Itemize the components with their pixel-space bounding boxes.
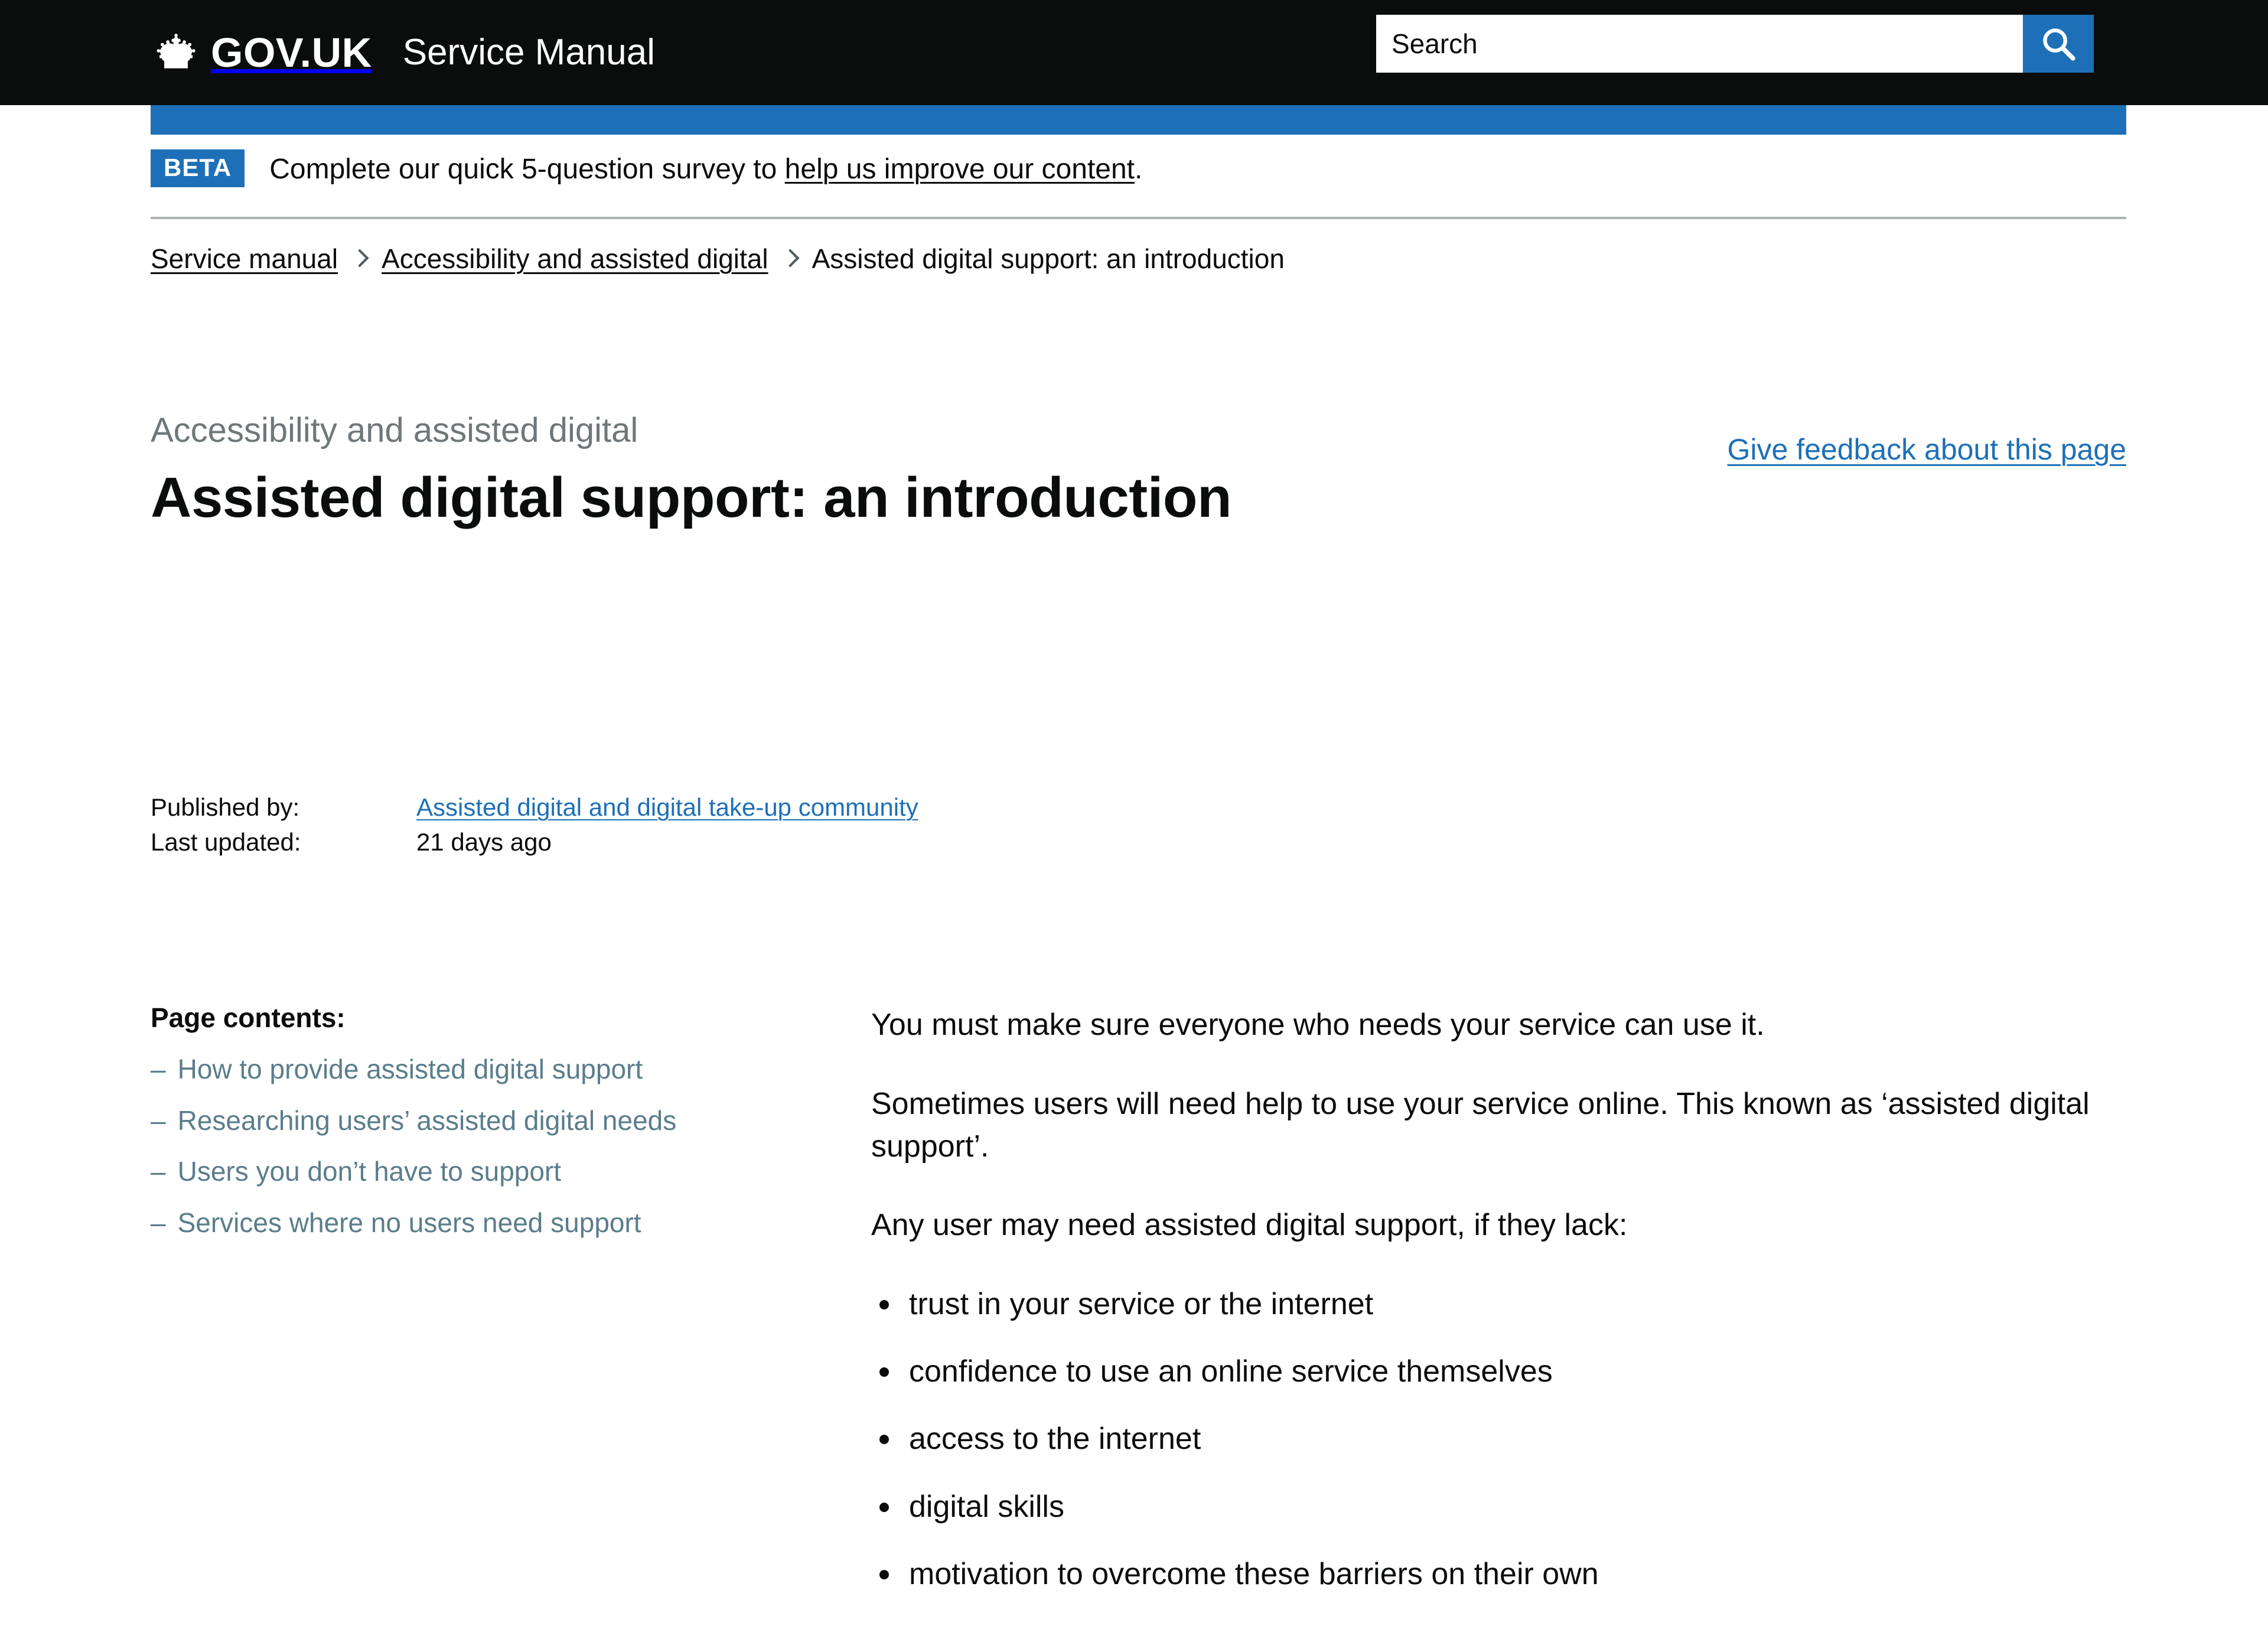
body-paragraph-3: Any user may need assisted digital suppo… — [871, 1208, 1628, 1243]
govuk-home-link[interactable]: GOV.UK — [151, 32, 372, 73]
page-header: Give feedback about this page Accessibil… — [151, 413, 2126, 528]
contents-link-users-no-support[interactable]: Users you don’t have to support — [178, 1154, 561, 1190]
page-contents-list: – How to provide assisted digital suppor… — [151, 1051, 783, 1241]
breadcrumb: Service manual Accessibility and assiste… — [151, 245, 2126, 272]
metadata-row-published-by: Published by: Assisted digital and digit… — [151, 790, 918, 825]
list-item: access to the internet — [871, 1418, 2188, 1459]
dash-marker-icon: – — [151, 1207, 166, 1239]
main-content: Page contents: – How to provide assisted… — [151, 1004, 2253, 1621]
contents-link-researching-needs[interactable]: Researching users’ assisted digital need… — [178, 1103, 677, 1139]
list-item: motivation to overcome these barriers on… — [871, 1553, 2188, 1595]
body-paragraph-2: Sometimes users will need help to use yo… — [871, 1086, 2090, 1164]
dash-marker-icon: – — [151, 1105, 166, 1136]
page-title: Assisted digital support: an introductio… — [151, 466, 1232, 529]
list-item: trust in your service or the internet — [871, 1283, 2188, 1325]
breadcrumb-item-accessibility[interactable]: Accessibility and assisted digital — [382, 245, 768, 272]
list-item: – Users you don’t have to support — [151, 1154, 783, 1190]
site-search — [1376, 15, 2094, 73]
service-name: Service Manual — [402, 32, 656, 73]
dash-marker-icon: – — [151, 1156, 166, 1187]
breadcrumb-item-current: Assisted digital support: an introductio… — [812, 243, 1285, 274]
chevron-right-icon — [781, 249, 800, 268]
published-by-label: Published by: — [151, 793, 300, 821]
give-feedback-link[interactable]: Give feedback about this page — [1728, 432, 2126, 467]
site-header: GOV.UK Service Manual — [0, 0, 2268, 105]
page-contents-nav: Page contents: – How to provide assisted… — [151, 1004, 830, 1256]
search-icon — [2041, 27, 2075, 61]
phase-banner-text-after: . — [1135, 154, 1143, 185]
govuk-wordmark: GOV.UK — [211, 30, 372, 76]
last-updated-label: Last updated: — [151, 827, 301, 856]
search-input[interactable] — [1376, 15, 2023, 73]
phase-banner: BETA Complete our quick 5-question surve… — [151, 149, 2126, 219]
body-paragraph-1: You must make sure everyone who needs yo… — [871, 1008, 1765, 1042]
metadata-row-last-updated: Last updated: 21 days ago — [151, 825, 918, 860]
list-item: – How to provide assisted digital suppor… — [151, 1051, 783, 1087]
header-accent-bar — [151, 105, 2126, 135]
phase-banner-text: Complete our quick 5-question survey to … — [269, 155, 1142, 184]
crown-icon — [151, 32, 201, 71]
dash-marker-icon: – — [151, 1054, 166, 1084]
publishing-community-link[interactable]: Assisted digital and digital take-up com… — [416, 793, 918, 821]
publication-metadata: Published by: Assisted digital and digit… — [151, 790, 918, 860]
last-updated-value: 21 days ago — [416, 827, 552, 856]
improve-content-link[interactable]: help us improve our content — [785, 154, 1135, 185]
list-item: – Researching users’ assisted digital ne… — [151, 1103, 783, 1139]
barriers-list: trust in your service or the internet co… — [871, 1283, 2188, 1595]
list-item: – Services where no users need support — [151, 1205, 783, 1241]
phase-banner-text-before: Complete our quick 5-question survey to — [269, 154, 777, 185]
contents-link-how-to-provide[interactable]: How to provide assisted digital support — [178, 1051, 643, 1087]
phase-tag-beta: BETA — [151, 149, 245, 187]
list-item: digital skills — [871, 1486, 2188, 1527]
contents-link-services-no-users[interactable]: Services where no users need support — [178, 1205, 641, 1241]
list-item: confidence to use an online service them… — [871, 1351, 2188, 1392]
page-contents-heading: Page contents: — [151, 1002, 346, 1033]
chevron-right-icon — [350, 249, 369, 268]
article-body: You must make sure everyone who needs yo… — [830, 1004, 2188, 1621]
search-submit-button[interactable] — [2023, 15, 2094, 73]
published-by-value: Assisted digital and digital take-up com… — [416, 790, 918, 825]
breadcrumb-item-service-manual[interactable]: Service manual — [151, 245, 338, 272]
